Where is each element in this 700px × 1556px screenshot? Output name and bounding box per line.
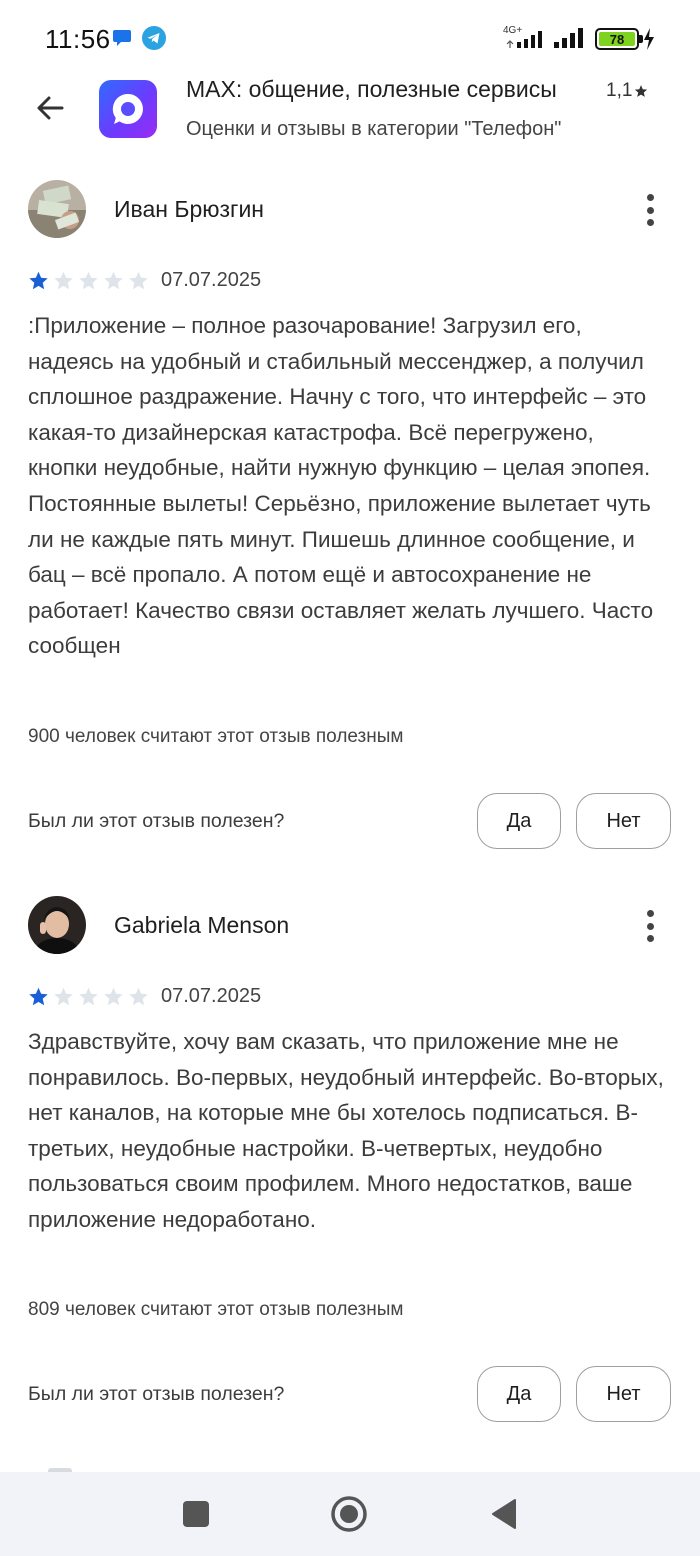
app-icon bbox=[99, 80, 157, 138]
helpful-no-button[interactable]: Нет bbox=[576, 1366, 671, 1422]
page-subtitle: Оценки и отзывы в категории "Телефон" bbox=[186, 118, 562, 140]
more-options-button[interactable] bbox=[636, 906, 664, 946]
signal-icon bbox=[506, 31, 542, 48]
helpful-no-button[interactable]: Нет bbox=[576, 793, 671, 849]
more-options-button[interactable] bbox=[636, 190, 664, 230]
charging-bolt-icon bbox=[644, 28, 654, 50]
max-logo-icon bbox=[112, 93, 143, 124]
app-rating: 1,1 bbox=[606, 80, 648, 102]
star-empty-icon bbox=[79, 271, 98, 290]
battery-level: 78 bbox=[599, 32, 635, 47]
triangle-back-icon bbox=[492, 1499, 516, 1529]
review-author: Иван Брюзгин bbox=[114, 196, 264, 222]
review-date: 07.07.2025 bbox=[161, 269, 262, 291]
helpful-yes-button[interactable]: Да bbox=[477, 793, 561, 849]
message-bubble-icon bbox=[113, 30, 131, 46]
star-filled-icon bbox=[29, 271, 48, 290]
review-date: 07.07.2025 bbox=[161, 985, 262, 1007]
avatar[interactable] bbox=[28, 896, 86, 954]
star-empty-icon bbox=[104, 987, 123, 1006]
helpful-question: Был ли этот отзыв полезен? bbox=[28, 1383, 285, 1405]
app-header: MAX: общение, полезные сервисы 1,1 Оценк… bbox=[0, 76, 700, 160]
back-nav-button[interactable] bbox=[484, 1494, 524, 1534]
square-icon bbox=[183, 1501, 209, 1527]
status-time: 11:56 bbox=[45, 24, 111, 54]
signal-icon-2 bbox=[554, 28, 583, 48]
helpful-question: Был ли этот отзыв полезен? bbox=[28, 810, 285, 832]
star-empty-icon bbox=[79, 987, 98, 1006]
telegram-icon bbox=[142, 26, 166, 50]
helpful-yes-button[interactable]: Да bbox=[477, 1366, 561, 1422]
app-rating-value: 1,1 bbox=[606, 80, 633, 101]
review-text: Здравствуйте, хочу вам сказать, что прил… bbox=[28, 1029, 664, 1232]
review-rating-stars bbox=[28, 270, 149, 291]
back-button[interactable] bbox=[28, 86, 72, 130]
review-rating-stars bbox=[28, 986, 149, 1007]
star-icon bbox=[635, 85, 648, 97]
review-text: :Приложение – полное разочарование! Загр… bbox=[28, 313, 654, 659]
star-empty-icon bbox=[129, 271, 148, 290]
system-nav-bar bbox=[0, 1472, 700, 1556]
star-empty-icon bbox=[54, 987, 73, 1006]
star-filled-icon bbox=[29, 987, 48, 1006]
home-button[interactable] bbox=[329, 1494, 369, 1534]
more-vert-icon bbox=[646, 910, 654, 917]
arrow-left-icon bbox=[37, 96, 64, 120]
helpful-count: 809 человек считают этот отзыв полезным bbox=[28, 1299, 404, 1320]
avatar[interactable] bbox=[28, 180, 86, 238]
status-bar: 11:56 4G+ 78 bbox=[0, 0, 700, 76]
battery-indicator: 78 bbox=[595, 28, 643, 50]
app-title: MAX: общение, полезные сервисы bbox=[186, 76, 557, 102]
recents-button[interactable] bbox=[176, 1494, 216, 1534]
star-empty-icon bbox=[129, 987, 148, 1006]
more-vert-icon bbox=[646, 194, 654, 201]
helpful-count: 900 человек считают этот отзыв полезным bbox=[28, 726, 404, 747]
review-author: Gabriela Menson bbox=[114, 912, 290, 938]
star-empty-icon bbox=[104, 271, 123, 290]
home-circle-icon bbox=[331, 1496, 367, 1532]
star-empty-icon bbox=[54, 271, 73, 290]
